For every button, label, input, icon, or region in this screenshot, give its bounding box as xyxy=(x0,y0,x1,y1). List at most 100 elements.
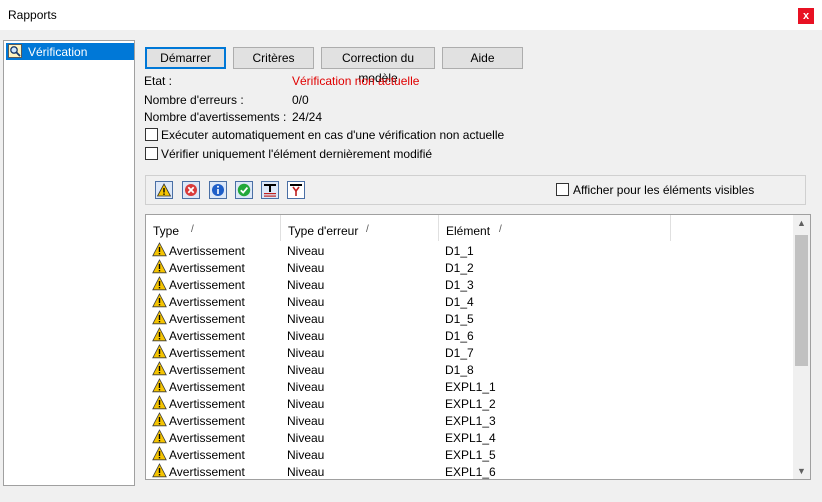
table-row[interactable]: Avertissement Niveau EXPL1_6 xyxy=(146,463,796,479)
window-title: Rapports xyxy=(8,8,57,22)
column-header-element[interactable]: Elément / xyxy=(439,215,671,241)
table-row[interactable]: Avertissement Niveau D1_4 xyxy=(146,293,796,310)
row-element: EXPL1_4 xyxy=(445,431,496,445)
only-last-label: Vérifier uniquement l'élément dernièreme… xyxy=(161,147,433,161)
warning-icon xyxy=(152,276,167,291)
start-button[interactable]: Démarrer xyxy=(145,47,226,69)
only-last-checkbox[interactable] xyxy=(145,147,158,160)
table-row[interactable]: Avertissement Niveau EXPL1_4 xyxy=(146,429,796,446)
table-row[interactable]: Avertissement Niveau D1_5 xyxy=(146,310,796,327)
table-row[interactable]: Avertissement Niveau D1_2 xyxy=(146,259,796,276)
row-element: EXPL1_6 xyxy=(445,465,496,479)
table-row[interactable]: Avertissement Niveau EXPL1_2 xyxy=(146,395,796,412)
row-element: D1_3 xyxy=(445,278,474,292)
row-error-type: Niveau xyxy=(287,448,325,462)
column-header-label: Type xyxy=(153,224,180,238)
row-error-type: Niveau xyxy=(287,329,325,343)
beam-filter-icon[interactable] xyxy=(287,181,305,199)
info-filter-icon[interactable] xyxy=(209,181,227,199)
row-error-type: Niveau xyxy=(287,380,325,394)
table-row[interactable]: Avertissement Niveau EXPL1_5 xyxy=(146,446,796,463)
warning-icon xyxy=(152,361,167,376)
sort-marker: / xyxy=(499,224,502,235)
table-row[interactable]: Avertissement Niveau D1_6 xyxy=(146,327,796,344)
row-type: Avertissement xyxy=(169,397,245,411)
row-element: D1_2 xyxy=(445,261,474,275)
nav-item-verification[interactable]: Vérification xyxy=(6,43,134,60)
row-type: Avertissement xyxy=(169,363,245,377)
row-error-type: Niveau xyxy=(287,312,325,326)
row-error-type: Niveau xyxy=(287,431,325,445)
row-error-type: Niveau xyxy=(287,278,325,292)
row-element: D1_8 xyxy=(445,363,474,377)
warning-icon xyxy=(152,412,167,427)
row-element: EXPL1_1 xyxy=(445,380,496,394)
table-row[interactable]: Avertissement Niveau D1_1 xyxy=(146,242,796,259)
row-type: Avertissement xyxy=(169,295,245,309)
row-error-type: Niveau xyxy=(287,414,325,428)
table-row[interactable]: Avertissement Niveau D1_7 xyxy=(146,344,796,361)
row-element: D1_4 xyxy=(445,295,474,309)
model-correction-button[interactable]: Correction du modèle xyxy=(321,47,435,85)
vertical-scrollbar[interactable]: ▲ ▼ xyxy=(793,215,810,479)
warnings-label: Nombre d'avertissements : xyxy=(144,110,287,124)
text-filter-icon[interactable] xyxy=(261,181,279,199)
warning-icon xyxy=(152,242,167,257)
row-error-type: Niveau xyxy=(287,261,325,275)
scroll-up-icon[interactable]: ▲ xyxy=(797,218,806,228)
warning-icon xyxy=(152,259,167,274)
table-row[interactable]: Avertissement Niveau EXPL1_3 xyxy=(146,412,796,429)
help-button[interactable]: Aide xyxy=(442,47,523,69)
row-element: D1_6 xyxy=(445,329,474,343)
row-type: Avertissement xyxy=(169,380,245,394)
table-row[interactable]: Avertissement Niveau D1_3 xyxy=(146,276,796,293)
warning-icon xyxy=(152,293,167,308)
row-error-type: Niveau xyxy=(287,346,325,360)
criteria-button[interactable]: Critères xyxy=(233,47,314,69)
visible-only-checkbox[interactable] xyxy=(556,183,569,196)
state-label: Etat : xyxy=(144,74,173,88)
row-type: Avertissement xyxy=(169,431,245,445)
sort-marker: / xyxy=(191,224,194,235)
scroll-thumb[interactable] xyxy=(795,235,808,366)
warning-icon xyxy=(152,446,167,461)
auto-run-label: Exécuter automatiquement en cas d'une vé… xyxy=(161,128,505,142)
title-bar: Rapports x xyxy=(0,0,822,30)
table-row[interactable]: Avertissement Niveau D1_8 xyxy=(146,361,796,378)
row-type: Avertissement xyxy=(169,448,245,462)
errors-value: 0/0 xyxy=(292,93,309,107)
row-element: D1_7 xyxy=(445,346,474,360)
warning-icon xyxy=(152,395,167,410)
row-type: Avertissement xyxy=(169,414,245,428)
row-element: D1_1 xyxy=(445,244,474,258)
auto-run-checkbox[interactable] xyxy=(145,128,158,141)
warning-icon xyxy=(152,429,167,444)
magnifier-check-icon xyxy=(8,44,22,58)
column-header-error-type[interactable]: Type d'erreur / xyxy=(281,215,439,241)
row-type: Avertissement xyxy=(169,346,245,360)
row-error-type: Niveau xyxy=(287,397,325,411)
column-header-type[interactable]: Type / xyxy=(146,215,281,241)
state-value: Vérification non actuelle xyxy=(292,74,420,88)
warning-icon xyxy=(152,344,167,359)
table-row[interactable]: Avertissement Niveau EXPL1_1 xyxy=(146,378,796,395)
close-button[interactable]: x xyxy=(798,8,814,24)
column-header-label: Type d'erreur xyxy=(288,224,359,238)
warning-icon xyxy=(152,378,167,393)
sort-marker: / xyxy=(366,224,369,235)
row-type: Avertissement xyxy=(169,465,245,479)
row-element: EXPL1_3 xyxy=(445,414,496,428)
row-type: Avertissement xyxy=(169,261,245,275)
scroll-down-icon[interactable]: ▼ xyxy=(797,466,806,476)
row-error-type: Niveau xyxy=(287,465,325,479)
row-type: Avertissement xyxy=(169,329,245,343)
row-error-type: Niveau xyxy=(287,295,325,309)
warning-filter-icon[interactable] xyxy=(155,181,173,199)
ok-filter-icon[interactable] xyxy=(235,181,253,199)
error-filter-icon[interactable] xyxy=(182,181,200,199)
warning-icon xyxy=(152,327,167,342)
visible-only-label: Afficher pour les éléments visibles xyxy=(573,183,755,197)
warning-icon xyxy=(152,310,167,325)
row-element: EXPL1_5 xyxy=(445,448,496,462)
column-header-label: Elément xyxy=(446,224,491,238)
